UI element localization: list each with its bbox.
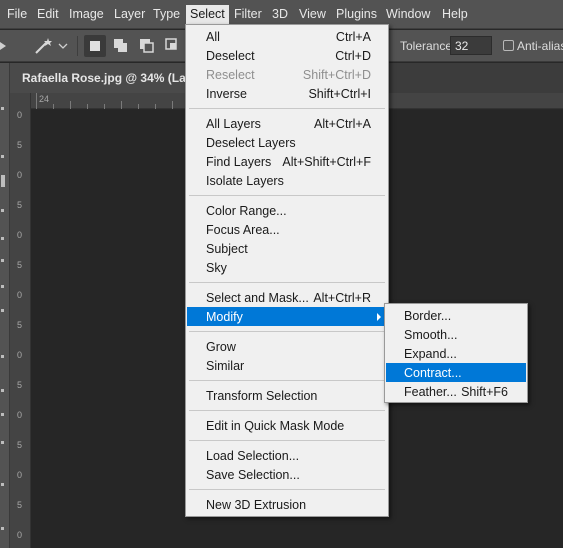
tool-marker[interactable] [1,483,4,486]
menu-3d[interactable]: 3D [272,7,288,22]
vertical-ruler[interactable]: 0 5 0 5 0 5 0 5 0 5 0 5 0 5 0 [10,93,31,548]
menu-layer[interactable]: Layer [114,7,145,22]
subtract-selection-icon[interactable] [138,37,156,55]
tool-marker[interactable] [1,309,4,312]
menu-plugins[interactable]: Plugins [336,7,377,22]
ruler-label: 5 [17,260,23,270]
menu-item-color-range[interactable]: Color Range... [187,201,387,220]
menu-separator [189,331,385,332]
menu-item-select-and-mask[interactable]: Select and Mask... Alt+Ctrl+R [187,288,387,307]
menu-item-deselect[interactable]: Deselect Ctrl+D [187,46,387,65]
menu-type[interactable]: Type [153,7,180,22]
anti-alias-checkbox[interactable] [503,40,514,51]
modify-submenu: Border... Smooth... Expand... Contract..… [384,303,528,403]
tool-marker[interactable] [1,389,4,392]
tool-marker[interactable] [1,413,4,416]
menu-select[interactable]: Select [186,5,229,24]
ruler-label: 5 [17,500,23,510]
ruler-label: 5 [17,440,23,450]
ruler-label: 5 [17,320,23,330]
tool-marker[interactable] [1,155,4,158]
tool-marker[interactable] [1,107,4,110]
menu-separator [189,489,385,490]
menu-item-new-3d-extrusion[interactable]: New 3D Extrusion [187,495,387,514]
menu-item-similar[interactable]: Similar [187,356,387,375]
tools-panel [0,63,10,548]
menu-filter[interactable]: Filter [234,7,262,22]
menu-help[interactable]: Help [442,7,468,22]
ruler-label: 0 [17,230,23,240]
submenu-item-feather[interactable]: Feather... Shift+F6 [386,382,526,401]
menu-item-grow[interactable]: Grow [187,337,387,356]
tolerance-input[interactable] [450,36,492,55]
menu-view[interactable]: View [299,7,326,22]
menu-item-modify[interactable]: Modify [187,307,387,326]
tool-marker[interactable] [1,237,4,240]
menu-item-all[interactable]: All Ctrl+A [187,27,387,46]
menu-image[interactable]: Image [69,7,104,22]
menu-file[interactable]: File [7,7,27,22]
ruler-label: 0 [17,350,23,360]
menu-item-deselect-layers[interactable]: Deselect Layers [187,133,387,152]
tool-marker[interactable] [1,285,4,288]
workspace-icon[interactable] [0,38,10,54]
menu-item-quick-mask[interactable]: Edit in Quick Mask Mode [187,416,387,435]
ruler-label: 5 [17,200,23,210]
new-selection-icon[interactable] [84,35,106,57]
menu-item-inverse[interactable]: Inverse Shift+Ctrl+I [187,84,387,103]
menu-separator [189,380,385,381]
menu-item-transform-selection[interactable]: Transform Selection [187,386,387,405]
menu-item-save-selection[interactable]: Save Selection... [187,465,387,484]
tool-marker[interactable] [1,259,4,262]
submenu-item-contract[interactable]: Contract... [386,363,526,382]
menu-item-load-selection[interactable]: Load Selection... [187,446,387,465]
ruler-label: 5 [17,140,23,150]
chevron-down-icon[interactable] [58,42,68,50]
select-menu-dropdown: All Ctrl+A Deselect Ctrl+D Reselect Shift+C… [185,24,389,517]
tolerance-label: Tolerance: [400,39,456,53]
menu-item-sky[interactable]: Sky [187,258,387,277]
menu-separator [189,108,385,109]
menu-separator [189,410,385,411]
document-tab[interactable]: Rafaella Rose.jpg @ 34% (Layer [10,63,188,93]
intersect-selection-icon[interactable] [164,37,182,55]
menu-separator [189,282,385,283]
menu-separator [189,195,385,196]
ruler-label: 0 [17,170,23,180]
menu-item-isolate-layers[interactable]: Isolate Layers [187,171,387,190]
submenu-item-expand[interactable]: Expand... [386,344,526,363]
ruler-label: 5 [17,380,23,390]
ruler-label: 0 [17,290,23,300]
submenu-item-border[interactable]: Border... [386,306,526,325]
menu-item-find-layers[interactable]: Find Layers Alt+Shift+Ctrl+F [187,152,387,171]
ruler-label: 0 [17,410,23,420]
ruler-label: 24 [39,94,50,104]
add-selection-icon[interactable] [112,37,130,55]
menu-item-subject[interactable]: Subject [187,239,387,258]
menu-item-reselect: Reselect Shift+Ctrl+D [206,68,371,82]
ruler-label: 0 [17,530,23,540]
submenu-arrow-icon [377,313,381,321]
tool-marker[interactable] [1,175,5,187]
tool-marker[interactable] [1,355,4,358]
menu-item-all-layers[interactable]: All Layers Alt+Ctrl+A [187,114,387,133]
magic-wand-icon[interactable] [33,36,55,56]
menu-separator [189,440,385,441]
menu-item-focus-area[interactable]: Focus Area... [187,220,387,239]
tool-marker[interactable] [1,441,4,444]
menu-window[interactable]: Window [386,7,430,22]
menu-edit[interactable]: Edit [37,7,59,22]
ruler-label: 0 [17,470,23,480]
tool-marker[interactable] [1,527,4,530]
anti-alias-label: Anti-alias [517,39,563,53]
ruler-label: 0 [17,110,23,120]
submenu-item-smooth[interactable]: Smooth... [386,325,526,344]
tool-marker[interactable] [1,209,4,212]
